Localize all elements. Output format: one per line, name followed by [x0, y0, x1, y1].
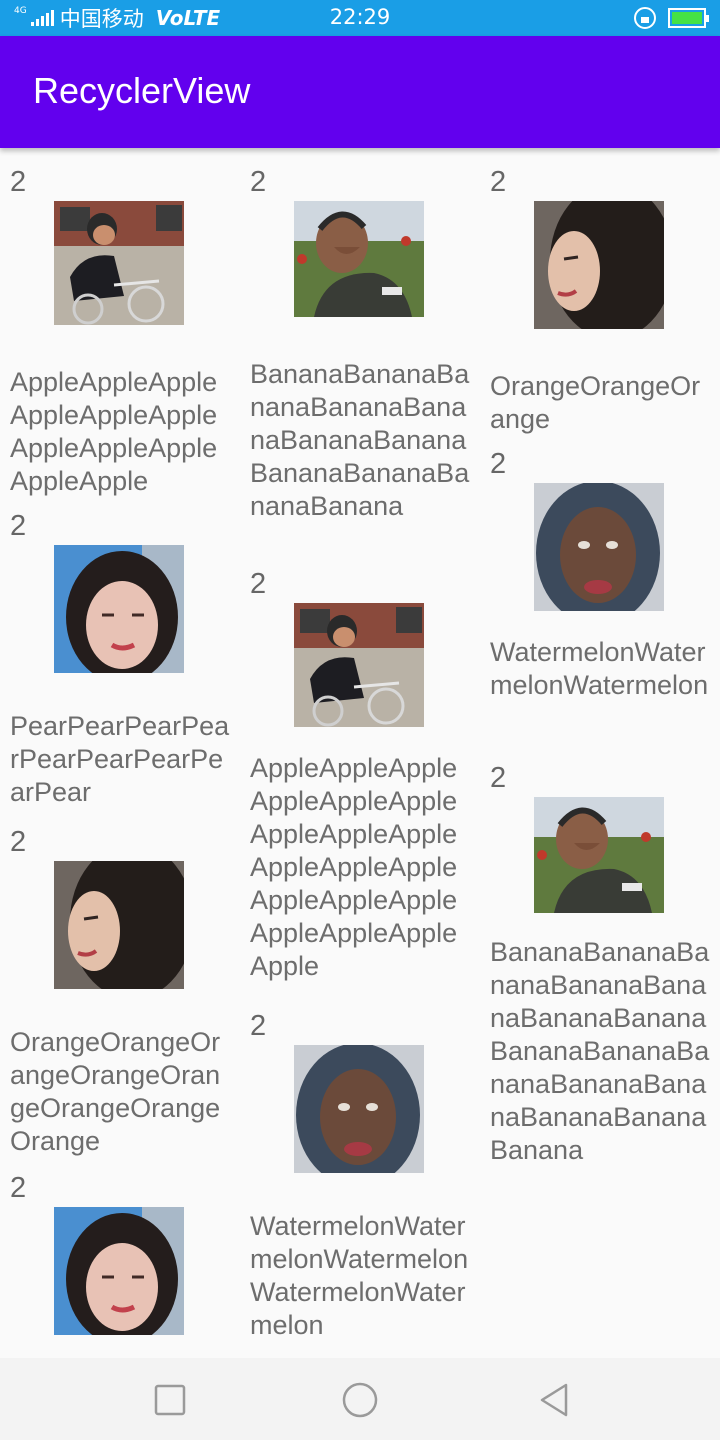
battery-icon [668, 8, 709, 28]
item-name: WatermelonWatermelonWatermelonWatermelon… [250, 1211, 469, 1340]
item-image [294, 201, 424, 317]
list-item[interactable]: 2 WatermelonWatermelonWatermelonWatermel… [250, 1010, 480, 1350]
list-item[interactable]: 2 [10, 1172, 240, 1358]
item-image [54, 861, 184, 989]
square-recent-icon[interactable] [150, 1383, 190, 1417]
item-name: OrangeOrangeOrange [490, 371, 701, 434]
item-number: 2 [490, 762, 507, 794]
item-name: BananaBananaBananaBananaBananaBananaBana… [490, 937, 710, 1165]
rotation-lock-icon [634, 7, 656, 29]
status-right [634, 6, 709, 30]
list-item[interactable]: 2 WatermelonWatermelonWatermelon [490, 448, 720, 758]
circle-home-icon[interactable] [340, 1382, 380, 1418]
item-number: 2 [250, 1010, 267, 1042]
recycler-list[interactable]: 2 AppleAppleAppleAppleAppleAppleAppleApp… [0, 148, 720, 1358]
item-image [54, 545, 184, 673]
item-number: 2 [10, 510, 27, 542]
list-item[interactable]: 2 AppleAppleAppleAppleAppleAppleAppleApp… [10, 166, 240, 496]
item-number: 2 [10, 166, 27, 198]
app-title: RecyclerView [33, 70, 251, 111]
item-image [534, 201, 664, 329]
list-item[interactable]: 2 BananaBananaBananaBananaBananaBananaBa… [250, 166, 480, 556]
list-item[interactable]: 2 BananaBananaBananaBananaBananaBananaBa… [490, 762, 720, 1242]
item-number: 2 [10, 1172, 27, 1204]
item-image [534, 483, 664, 611]
item-image [294, 603, 424, 727]
item-name: AppleAppleAppleAppleAppleAppleAppleApple… [10, 367, 218, 496]
list-item[interactable]: 2 PearPearPearPearPearPearPearPearPear [10, 510, 240, 810]
list-item[interactable]: 2 OrangeOrangeOrange [490, 166, 720, 436]
item-number: 2 [490, 448, 507, 480]
navigation-bar [0, 1358, 720, 1440]
item-number: 2 [490, 166, 507, 198]
item-name: WatermelonWatermelonWatermelon [490, 637, 709, 700]
item-image [294, 1045, 424, 1173]
item-image [54, 1207, 184, 1335]
app-bar: RecyclerView [0, 36, 720, 148]
item-number: 2 [250, 568, 267, 600]
item-name: BananaBananaBananaBananaBananaBananaBana… [250, 359, 470, 521]
item-name: PearPearPearPearPearPearPearPearPear [10, 711, 230, 807]
item-number: 2 [10, 826, 27, 858]
clock: 22:29 [329, 5, 391, 29]
item-number: 2 [250, 166, 267, 198]
item-name: AppleAppleAppleAppleAppleAppleAppleApple… [250, 753, 458, 981]
item-name: OrangeOrangeOrangeOrangeOrangeOrangeOran… [10, 1027, 221, 1156]
list-item[interactable]: 2 AppleAppleAppleAppleAppleAppleAppleApp… [250, 568, 480, 1008]
list-item[interactable]: 2 OrangeOrangeOrangeOrangeOrangeOrangeOr… [10, 826, 240, 1156]
item-image [54, 201, 184, 325]
item-image [534, 797, 664, 913]
triangle-back-icon[interactable] [534, 1383, 574, 1417]
status-bar: 4G 中国移动 VoLTE 22:29 [0, 0, 720, 36]
